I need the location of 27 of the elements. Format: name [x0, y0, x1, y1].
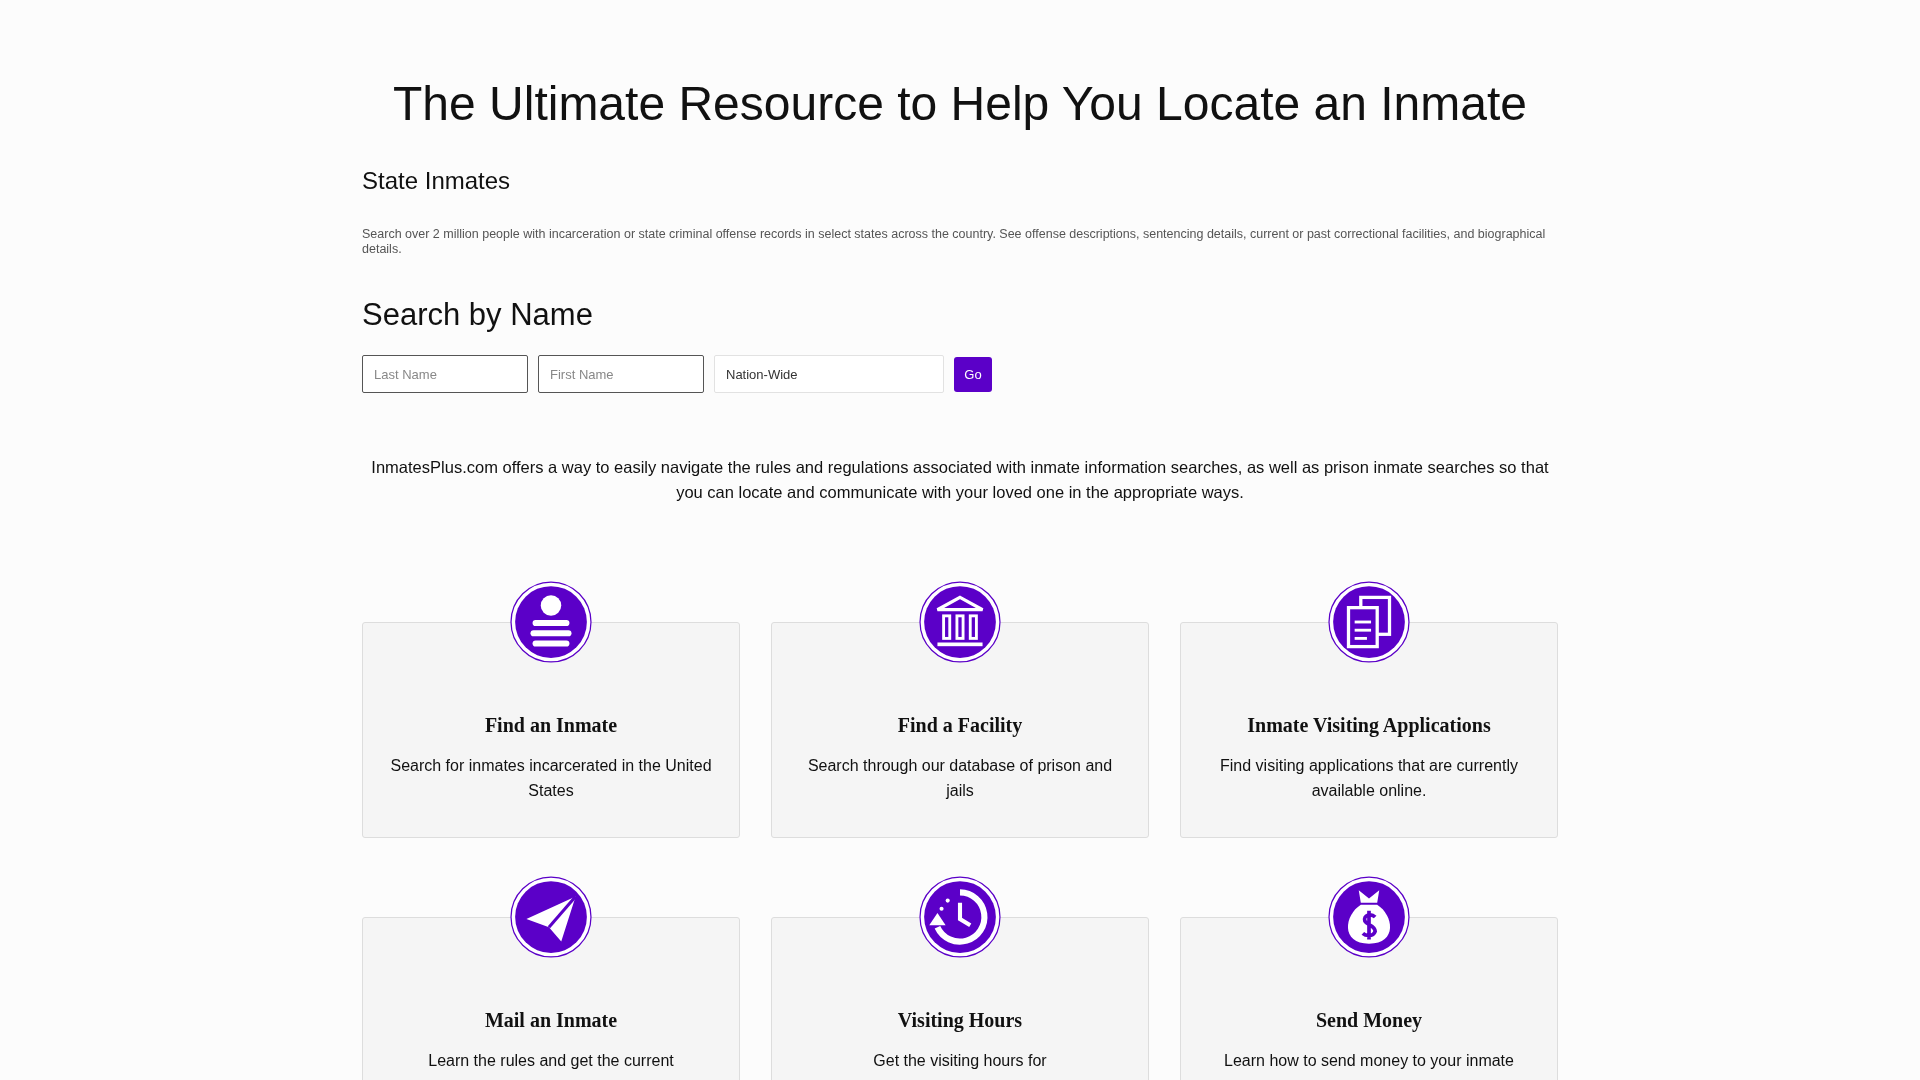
card-title: Find a Facility — [896, 714, 1024, 737]
section-heading: State Inmates — [362, 167, 512, 195]
feature-card[interactable]: Mail an Inmate Learn the rules and get the current — [362, 917, 740, 1080]
card-description: Search through our database of prison and jails — [806, 756, 1114, 801]
card-description: Learn the rules and get the current — [427, 1051, 675, 1071]
card-description: Get the visiting hours for — [872, 1051, 1048, 1071]
card-title: Visiting Hours — [896, 1009, 1024, 1032]
search-heading: Search by Name — [362, 297, 594, 333]
feature-card[interactable]: Find a Facility Search through our database of prison and jails — [771, 622, 1149, 838]
card-title: Find an Inmate — [483, 714, 619, 737]
name-field[interactable]: First Name — [538, 355, 704, 393]
feature-card[interactable]: Inmate Visiting Applications Find visiting applications that are currently available online. — [1180, 622, 1558, 838]
card-description: Find visiting applications that are currently available online. — [1219, 756, 1519, 801]
section-description: Search over 2 million people with incarceration or state criminal offense records in select states across the country. See offense descriptions, sentencing details, current or past correctional facilities, and biographical details. — [362, 227, 1547, 257]
page-title: The Ultimate Resource to Help You Locate an Inmate — [392, 76, 1528, 131]
card-title: Send Money — [1314, 1009, 1424, 1032]
card-title: Inmate Visiting Applications — [1246, 714, 1492, 737]
feature-card[interactable]: Visiting Hours Get the visiting hours for — [771, 917, 1149, 1080]
feature-card[interactable]: Send Money Learn how to send money to your inmate — [1180, 917, 1558, 1080]
name-field[interactable]: Last Name — [362, 355, 528, 393]
intro-text: InmatesPlus.com offers a way to easily navigate the rules and regulations associated with inmate information searches, as well as prison inmate searches so that you can locate and communicate with your loved one in the appropriate ways. — [370, 457, 1550, 503]
card-title: Mail an Inmate — [483, 1009, 619, 1032]
feature-card[interactable]: Find an Inmate Search for inmates incarcerated in the United States — [362, 622, 740, 838]
go-button[interactable]: Go — [954, 356, 992, 392]
location-field[interactable]: Nation-Wide — [714, 355, 944, 393]
card-description: Search for inmates incarcerated in the United States — [389, 756, 713, 801]
card-description: Learn how to send money to your inmate — [1223, 1051, 1515, 1071]
